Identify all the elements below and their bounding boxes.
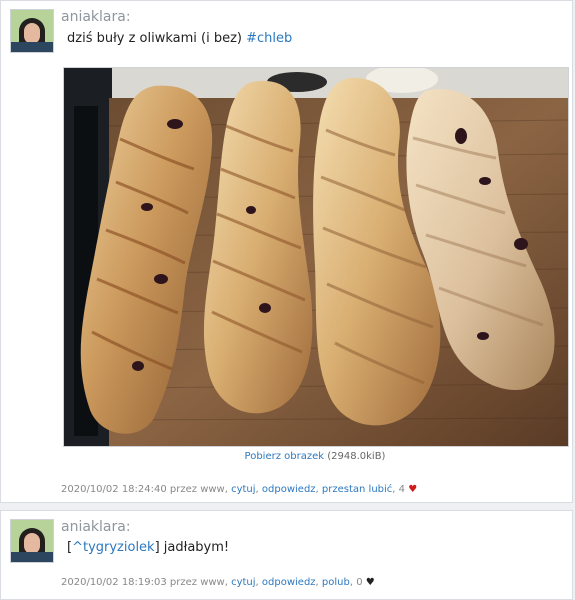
heart-icon[interactable]: ♥ (408, 485, 417, 495)
post-item: aniaklara: dziś buły z oliwkami (i bez) … (0, 0, 573, 503)
avatar[interactable] (10, 519, 54, 563)
hashtag-link[interactable]: #chleb (246, 31, 292, 46)
download-image-link[interactable]: Pobierz obrazek (245, 451, 325, 462)
post-message: [^tygryziolek] jadłabym! (67, 540, 229, 555)
quote-link[interactable]: cytuj (231, 577, 255, 588)
avatar-shirt (11, 42, 53, 52)
post-footer: 2020/10/02 18:19:03 przez www, cytuj, od… (61, 577, 375, 588)
message-text: dziś buły z oliwkami (i bez) (67, 31, 247, 46)
message-suffix: ] jadłabym! (154, 540, 230, 555)
reply-link[interactable]: odpowiedz (262, 484, 316, 495)
post-meta: 2020/10/02 18:24:40 przez www, (61, 484, 232, 495)
image-size: (2948.0kiB) (327, 451, 386, 462)
author-name: aniaklara: (61, 519, 131, 535)
quote-link[interactable]: cytuj (231, 484, 255, 495)
post-message: dziś buły z oliwkami (i bez) #chleb (67, 31, 292, 46)
like-count: 0 (356, 577, 363, 588)
avatar[interactable] (10, 9, 54, 53)
author-name: aniaklara: (61, 9, 131, 25)
post-image[interactable] (63, 67, 569, 447)
avatar-shirt (11, 552, 53, 562)
heart-icon[interactable]: ♥ (366, 578, 375, 588)
post-meta: 2020/10/02 18:19:03 przez www, (61, 577, 232, 588)
avatar-face (24, 533, 40, 554)
download-line: Pobierz obrazek (2948.0kiB) (1, 451, 575, 462)
bread-photo (64, 68, 568, 446)
avatar-face (24, 23, 40, 44)
post-footer: 2020/10/02 18:24:40 przez www, cytuj, od… (61, 484, 417, 495)
like-link[interactable]: polub (322, 577, 350, 588)
unlike-link[interactable]: przestan lubić (322, 484, 392, 495)
post-item: aniaklara: [^tygryziolek] jadłabym! 2020… (0, 510, 573, 600)
mention-link[interactable]: ^tygryziolek (72, 540, 155, 555)
reply-link[interactable]: odpowiedz (262, 577, 316, 588)
